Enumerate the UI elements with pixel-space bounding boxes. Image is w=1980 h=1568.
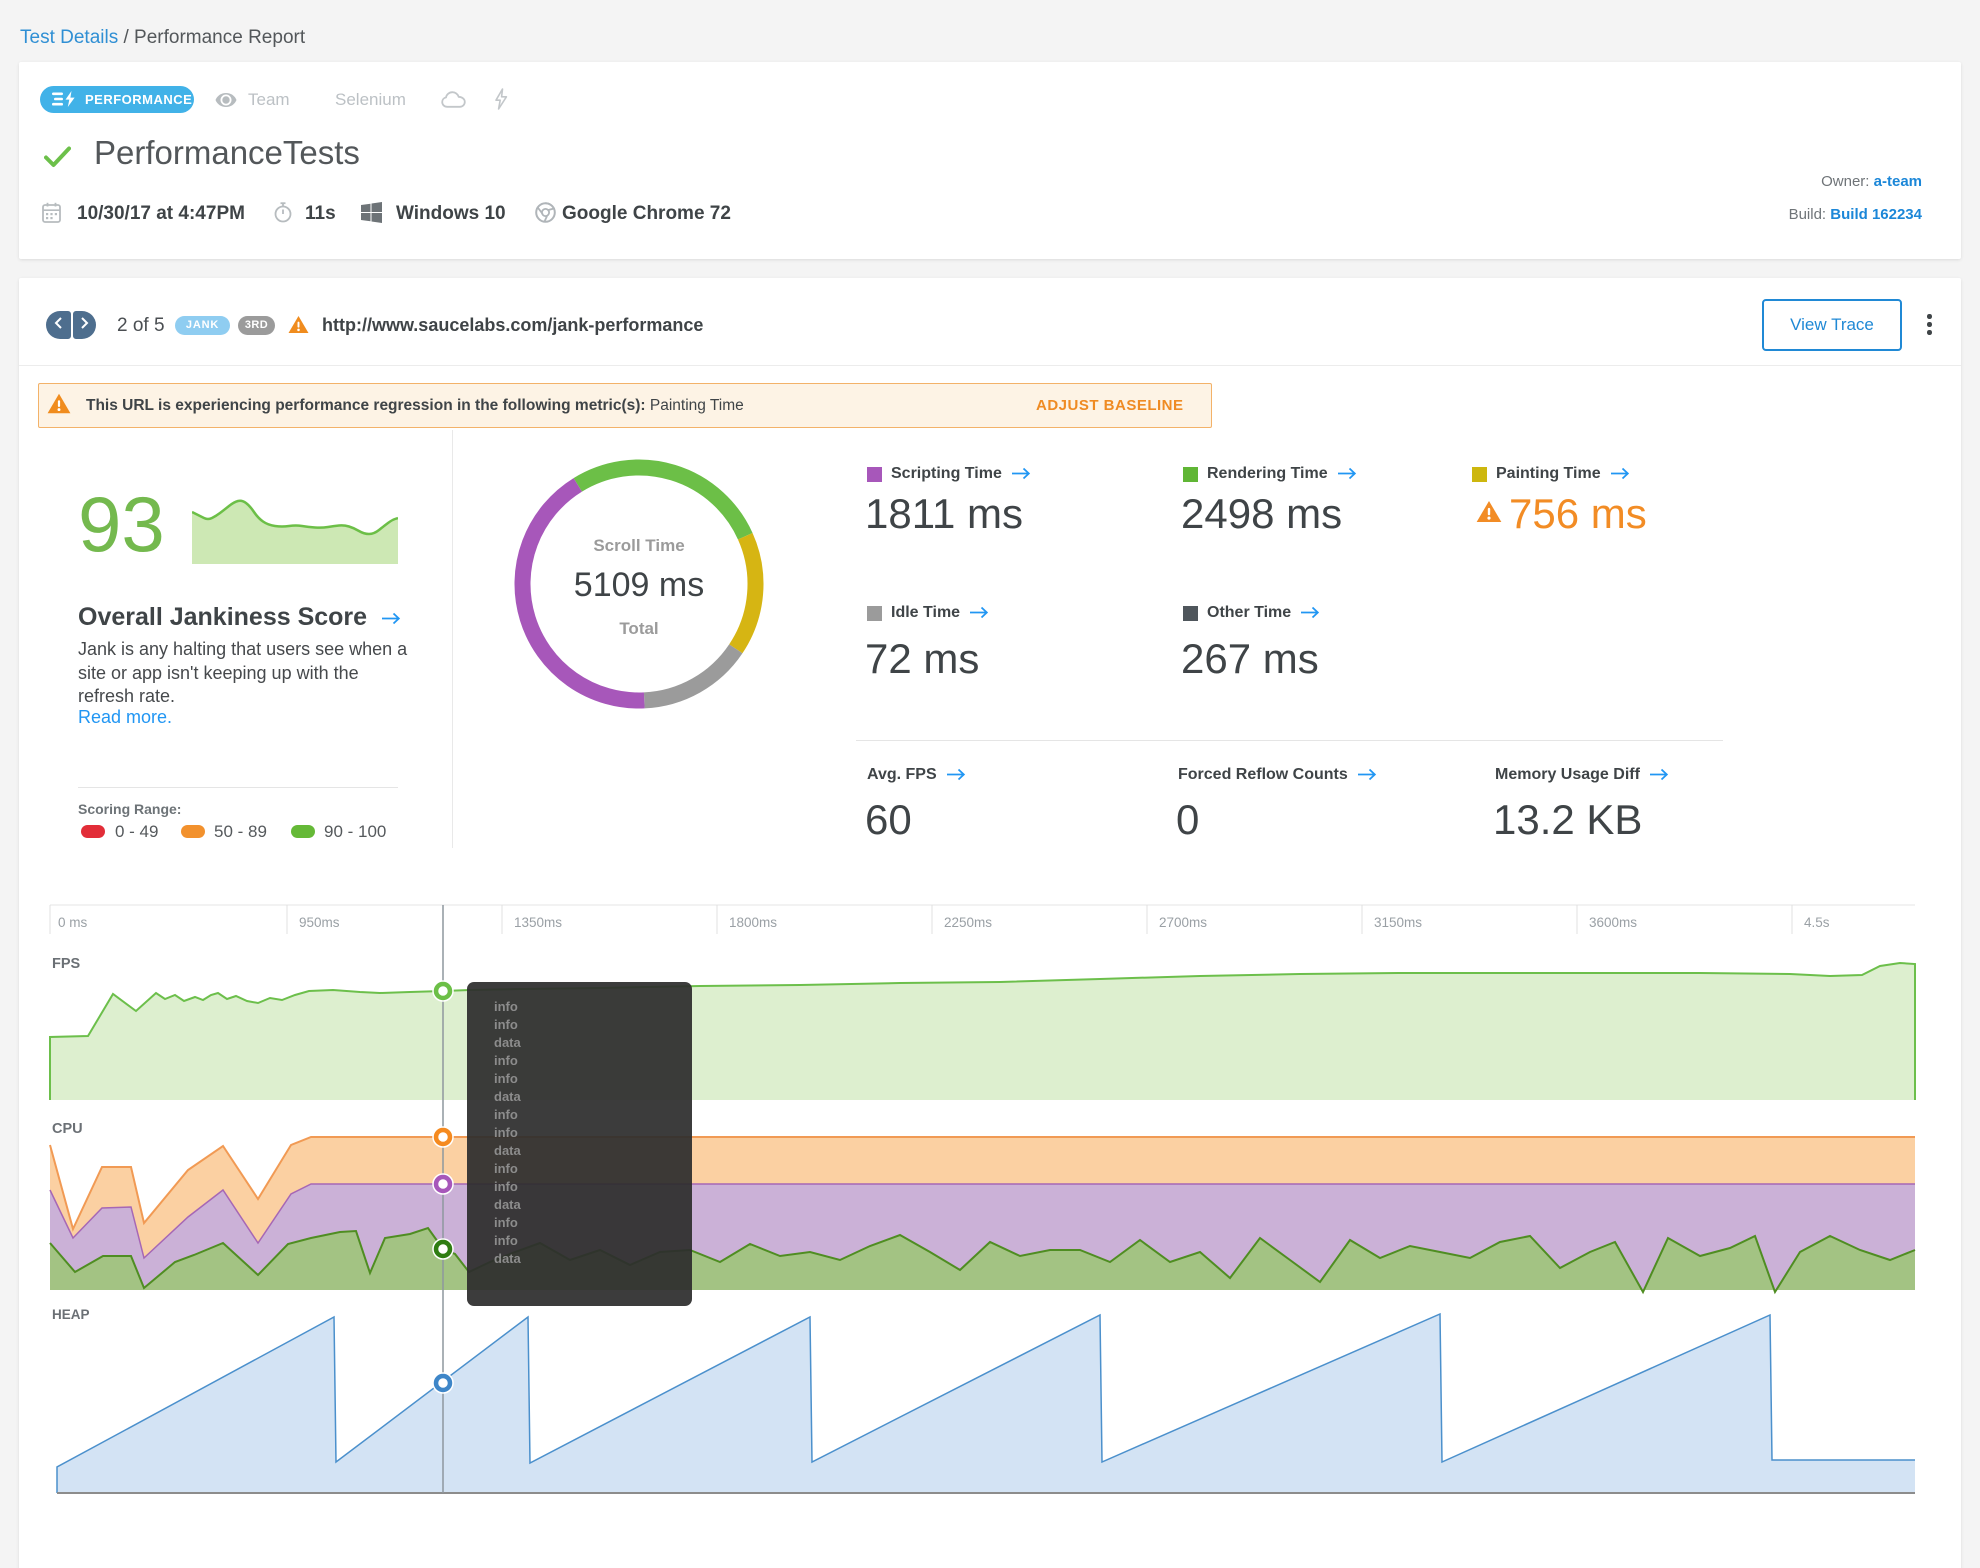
svg-text:HEAP: HEAP [52, 1307, 90, 1322]
svg-text:1800ms: 1800ms [729, 915, 777, 930]
svg-text:data: data [494, 1089, 522, 1104]
svg-text:info: info [494, 1107, 518, 1122]
svg-text:FPS: FPS [52, 956, 81, 972]
svg-text:4.5s: 4.5s [1804, 915, 1830, 930]
svg-text:info: info [494, 1017, 518, 1032]
svg-text:info: info [494, 1125, 518, 1140]
svg-text:0 ms: 0 ms [58, 915, 88, 930]
svg-text:info: info [494, 999, 518, 1014]
svg-text:info: info [494, 1233, 518, 1248]
svg-text:info: info [494, 1161, 518, 1176]
svg-text:data: data [494, 1143, 522, 1158]
svg-text:data: data [494, 1197, 522, 1212]
svg-text:3150ms: 3150ms [1374, 915, 1422, 930]
svg-text:CPU: CPU [52, 1121, 83, 1137]
svg-text:info: info [494, 1071, 518, 1086]
svg-text:3600ms: 3600ms [1589, 915, 1637, 930]
svg-text:info: info [494, 1179, 518, 1194]
svg-text:950ms: 950ms [299, 915, 340, 930]
svg-text:info: info [494, 1053, 518, 1068]
svg-text:1350ms: 1350ms [514, 915, 562, 930]
svg-text:info: info [494, 1215, 518, 1230]
svg-text:data: data [494, 1035, 522, 1050]
svg-text:2700ms: 2700ms [1159, 915, 1207, 930]
svg-text:data: data [494, 1251, 522, 1266]
svg-text:2250ms: 2250ms [944, 915, 992, 930]
